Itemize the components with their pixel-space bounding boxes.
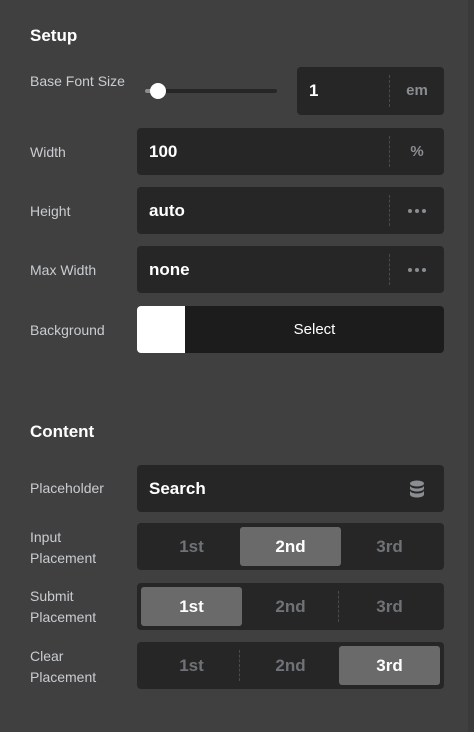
width-unit[interactable]: % [390,128,444,175]
more-horizontal-icon[interactable] [390,187,444,234]
height-value[interactable]: auto [149,187,185,234]
database-icon[interactable] [390,465,444,512]
submit-placement-label: Submit Placement [30,588,97,625]
segment-option-1st[interactable]: 1st [141,587,242,626]
segment-option-1st[interactable]: 1st [141,527,242,566]
clear-placement-segmented[interactable]: 1st 2nd 3rd [137,642,444,689]
max-width-label: Max Width [30,262,97,278]
background-select-button[interactable]: Select [185,306,444,353]
width-value[interactable]: 100 [149,128,177,175]
segment-option-2nd[interactable]: 2nd [240,527,341,566]
clear-placement-label: Clear Placement [30,648,97,685]
base-font-size-slider[interactable] [145,83,277,99]
max-width-value[interactable]: none [149,246,190,293]
segment-option-3rd[interactable]: 3rd [339,527,440,566]
width-label: Width [30,144,66,160]
segment-option-2nd[interactable]: 2nd [240,587,341,626]
segment-divider [338,591,339,622]
background-label: Background [30,322,105,338]
max-width-field[interactable]: none [137,246,444,293]
segment-option-3rd[interactable]: 3rd [339,646,440,685]
more-horizontal-icon[interactable] [390,246,444,293]
height-field[interactable]: auto [137,187,444,234]
background-color-swatch[interactable] [137,306,185,353]
panel-edge [468,0,474,732]
segment-option-2nd[interactable]: 2nd [240,646,341,685]
segment-option-3rd[interactable]: 3rd [339,587,440,626]
section-title-content: Content [30,422,95,441]
placeholder-label: Placeholder [30,480,104,496]
segment-divider [239,650,240,681]
height-label: Height [30,203,71,219]
placeholder-value[interactable]: Search [149,465,206,512]
base-font-size-field[interactable]: 1 em [297,67,444,115]
segment-option-1st[interactable]: 1st [141,646,242,685]
input-placement-label: Input Placement [30,529,97,566]
width-field[interactable]: 100 % [137,128,444,175]
section-title-setup: Setup [30,26,78,45]
slider-handle[interactable] [150,83,167,99]
base-font-size-unit[interactable]: em [390,67,444,115]
base-font-size-value[interactable]: 1 [309,67,318,115]
background-picker[interactable]: Select [137,306,444,353]
settings-panel: Setup Base Font Size 1 em Width 100 % He… [0,0,474,732]
base-font-size-label: Base Font Size [30,73,125,89]
submit-placement-segmented[interactable]: 1st 2nd 3rd [137,583,444,630]
placeholder-field[interactable]: Search [137,465,444,512]
input-placement-segmented[interactable]: 1st 2nd 3rd [137,523,444,570]
